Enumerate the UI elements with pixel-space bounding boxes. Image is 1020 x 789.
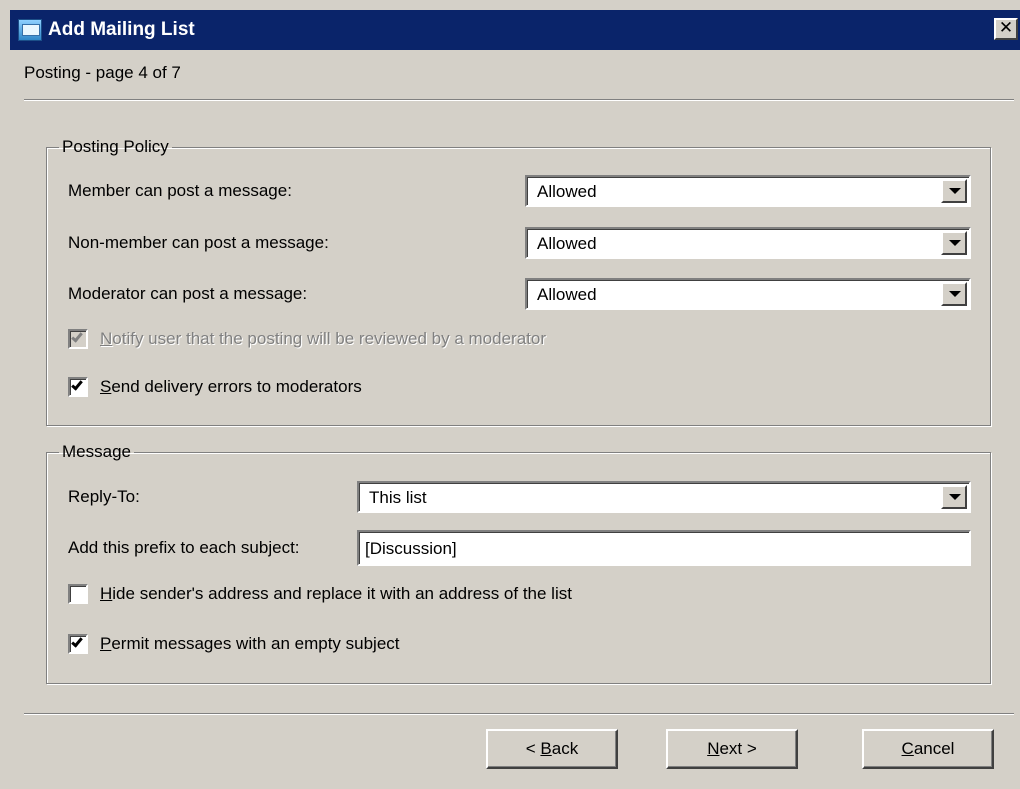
- prefix-value: [Discussion]: [365, 539, 457, 558]
- chevron-down-icon[interactable]: [941, 179, 967, 203]
- reply-to-label: Reply-To:: [68, 487, 140, 506]
- moderator-post-value: Allowed: [537, 285, 597, 304]
- back-button[interactable]: < Back: [486, 729, 618, 769]
- nonmember-post-label: Non-member can post a message:: [68, 233, 329, 252]
- page-title: Posting - page 4 of 7: [24, 63, 181, 82]
- permit-empty-subject-label: Permit messages with an empty subject: [100, 634, 400, 653]
- title-bar[interactable]: Add Mailing List ✕: [10, 10, 1020, 50]
- send-errors-checkbox[interactable]: [68, 377, 88, 397]
- member-post-select[interactable]: Allowed: [525, 175, 971, 207]
- moderator-post-label: Moderator can post a message:: [68, 284, 308, 303]
- send-errors-label: Send delivery errors to moderators: [100, 377, 362, 396]
- chevron-down-icon[interactable]: [941, 485, 967, 509]
- mailing-list-icon: [18, 19, 42, 41]
- next-button[interactable]: Next >: [666, 729, 798, 769]
- nonmember-post-value: Allowed: [537, 234, 597, 253]
- notify-review-checkbox[interactable]: [68, 329, 88, 349]
- prefix-input[interactable]: [Discussion]: [357, 530, 971, 566]
- cancel-button[interactable]: Cancel: [862, 729, 994, 769]
- header-divider: [24, 99, 1014, 101]
- chevron-down-icon[interactable]: [941, 231, 967, 255]
- reply-to-value: This list: [369, 488, 427, 507]
- add-mailing-list-dialog: Add Mailing List ✕ Posting - page 4 of 7…: [0, 0, 1020, 789]
- window-title: Add Mailing List: [48, 19, 195, 40]
- member-post-label: Member can post a message:: [68, 181, 292, 200]
- hide-sender-checkbox-row[interactable]: Hide sender's address and replace it wit…: [68, 584, 572, 604]
- checkmark-icon: [71, 378, 83, 391]
- notify-review-label: Notify user that the posting will be rev…: [100, 329, 547, 348]
- posting-policy-legend: Posting Policy: [62, 137, 169, 156]
- message-legend: Message: [62, 442, 131, 461]
- hide-sender-checkbox[interactable]: [68, 584, 88, 604]
- footer-divider: [24, 713, 1014, 715]
- hide-sender-label: Hide sender's address and replace it wit…: [100, 584, 572, 603]
- nonmember-post-select[interactable]: Allowed: [525, 227, 971, 259]
- notify-review-checkbox-row[interactable]: Notify user that the posting will be rev…: [68, 329, 546, 349]
- permit-empty-subject-checkbox[interactable]: [68, 634, 88, 654]
- close-icon: ✕: [998, 18, 1014, 37]
- close-button[interactable]: ✕: [994, 18, 1018, 40]
- checkmark-icon: [71, 635, 83, 648]
- moderator-post-select[interactable]: Allowed: [525, 278, 971, 310]
- chevron-down-icon[interactable]: [941, 282, 967, 306]
- send-errors-checkbox-row[interactable]: Send delivery errors to moderators: [68, 377, 362, 397]
- prefix-label: Add this prefix to each subject:: [68, 538, 300, 557]
- permit-empty-subject-checkbox-row[interactable]: Permit messages with an empty subject: [68, 634, 400, 654]
- reply-to-select[interactable]: This list: [357, 481, 971, 513]
- member-post-value: Allowed: [537, 182, 597, 201]
- checkmark-icon: [71, 330, 83, 343]
